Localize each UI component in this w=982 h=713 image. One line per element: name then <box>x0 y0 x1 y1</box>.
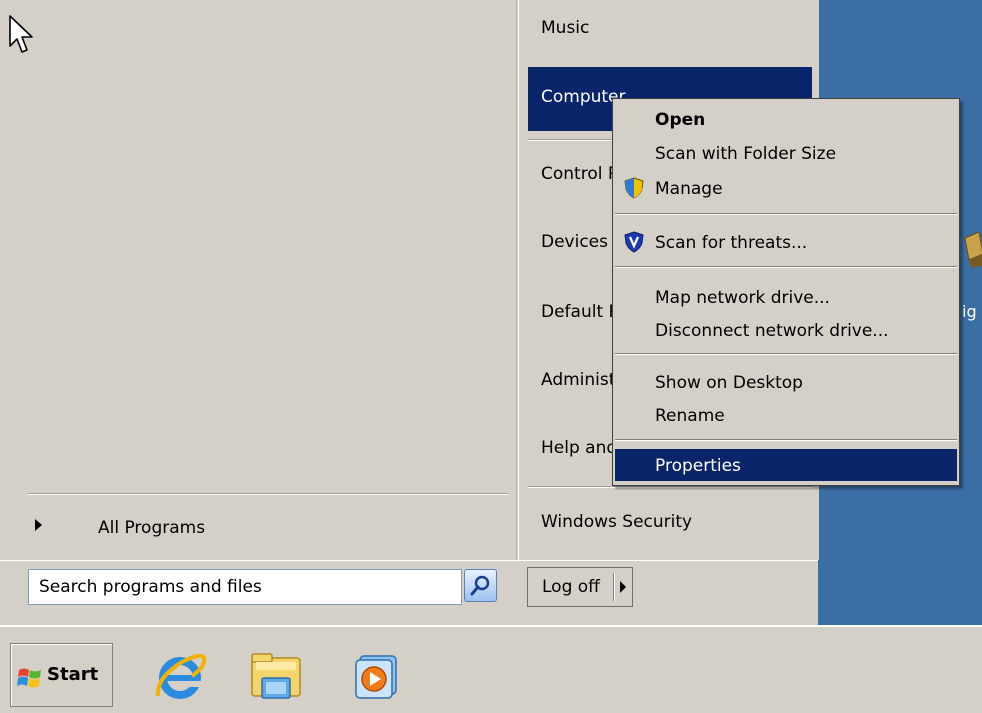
right-pane-item-label: Windows Security <box>541 512 693 532</box>
security-scan-icon <box>624 231 644 253</box>
context-menu-divider <box>615 353 957 355</box>
context-menu-divider <box>615 266 957 268</box>
windows-logo-icon <box>17 668 41 688</box>
right-pane-item-music[interactable]: Music <box>528 8 812 48</box>
context-menu-item-manage[interactable]: Manage <box>615 172 957 204</box>
context-menu: Open Scan with Folder Size Manage Scan f… <box>612 98 960 486</box>
shutdown-options-arrow-icon[interactable] <box>620 581 626 593</box>
search-button[interactable] <box>464 569 497 602</box>
windows-explorer-icon[interactable] <box>248 648 304 704</box>
magnifier-icon <box>470 575 490 596</box>
desktop-icon-label: ig <box>962 302 977 321</box>
right-pane-item-windows-security[interactable]: Windows Security <box>528 502 812 542</box>
context-menu-divider <box>615 439 957 441</box>
triangle-right-icon <box>35 519 42 531</box>
all-programs-item[interactable] <box>0 508 516 548</box>
context-menu-item-scan-threats[interactable]: Scan for threats... <box>615 226 957 258</box>
context-menu-item-label: Map network drive... <box>655 288 830 308</box>
start-button[interactable]: Start <box>10 643 113 707</box>
log-off-button[interactable]: Log off <box>527 567 633 607</box>
uac-shield-icon <box>624 177 644 199</box>
log-off-divider <box>613 573 615 601</box>
context-menu-item-properties[interactable]: Properties <box>615 449 957 481</box>
search-input[interactable] <box>29 570 461 604</box>
start-label: Start <box>47 664 99 685</box>
all-programs-label: All Programs <box>98 518 206 538</box>
search-box <box>28 569 462 605</box>
context-menu-item-scan-folder-size[interactable]: Scan with Folder Size <box>615 137 957 169</box>
internet-explorer-icon[interactable] <box>152 648 208 704</box>
left-pane-divider <box>28 493 508 495</box>
log-off-label: Log off <box>542 577 600 597</box>
right-pane-divider <box>528 486 812 488</box>
context-menu-item-map-network-drive[interactable]: Map network drive... <box>615 281 957 313</box>
context-menu-item-label: Scan for threats... <box>655 233 808 253</box>
context-menu-item-label: Rename <box>655 406 725 426</box>
media-player-icon[interactable] <box>350 648 406 704</box>
context-menu-item-label: Manage <box>655 179 723 199</box>
context-menu-item-label: Disconnect network drive... <box>655 321 889 341</box>
taskbar <box>0 625 982 713</box>
context-menu-item-label: Scan with Folder Size <box>655 144 837 164</box>
context-menu-item-label: Properties <box>655 456 741 476</box>
context-menu-item-rename[interactable]: Rename <box>615 399 957 431</box>
context-menu-item-show-on-desktop[interactable]: Show on Desktop <box>615 366 957 398</box>
context-menu-divider <box>615 213 957 215</box>
context-menu-item-disconnect-network-drive[interactable]: Disconnect network drive... <box>615 314 957 346</box>
right-pane-item-label: Music <box>541 18 590 38</box>
context-menu-item-label: Open <box>655 110 706 130</box>
context-menu-item-open[interactable]: Open <box>615 103 957 135</box>
start-menu-left-pane <box>0 0 517 560</box>
mouse-pointer-icon <box>9 15 33 53</box>
context-menu-item-label: Show on Desktop <box>655 373 803 393</box>
